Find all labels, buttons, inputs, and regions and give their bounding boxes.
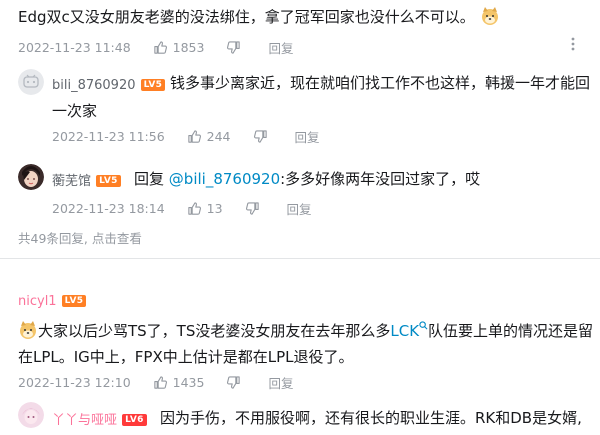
reply-3-header: 丫丫与哑哑 LV6 <box>52 409 147 428</box>
like-count: 1435 <box>172 375 205 390</box>
like-button[interactable]: 1853 <box>153 40 205 55</box>
avatar[interactable] <box>18 69 44 95</box>
thumb-down-icon <box>245 202 259 215</box>
comment-date: 2022-11-23 11:48 <box>18 40 131 55</box>
thumb-up-icon <box>153 41 167 54</box>
username[interactable]: nicyl1 <box>18 294 57 309</box>
divider <box>0 258 600 259</box>
comment-2-body-b: 队伍要上单的情况还是留 <box>428 322 594 340</box>
like-button[interactable]: 1435 <box>153 375 205 390</box>
like-count: 244 <box>206 129 231 144</box>
reply-button[interactable]: 回复 <box>295 127 320 146</box>
comment-date: 2022-11-23 12:10 <box>18 375 131 390</box>
dislike-button[interactable] <box>226 40 246 55</box>
comment-2-header: nicyl1 LV5 <box>18 290 87 309</box>
dislike-button[interactable] <box>253 129 273 144</box>
level-badge: LV5 <box>61 294 87 307</box>
search-link[interactable]: LCK <box>390 322 419 340</box>
thumb-down-icon <box>253 130 267 143</box>
thumb-down-icon <box>227 41 241 54</box>
comment-date: 2022-11-23 18:14 <box>52 201 165 216</box>
mention-link[interactable]: @bili_8760920 <box>169 170 280 188</box>
thumb-up-icon <box>153 376 167 389</box>
avatar[interactable] <box>18 164 44 190</box>
comment-1-meta: 2022-11-23 11:48 1853 回复 <box>18 38 315 57</box>
like-count: 13 <box>206 201 223 216</box>
reply-1-text-line2: 一次家 <box>52 102 98 120</box>
doge-emoji-icon <box>20 321 36 339</box>
view-more-replies-link[interactable]: 共49条回复, 点击查看 <box>18 228 142 247</box>
thumb-down-icon <box>227 376 241 389</box>
comment-2-meta: 2022-11-23 12:10 1435 回复 <box>18 373 315 392</box>
more-vertical-icon[interactable] <box>566 36 580 52</box>
thumb-up-icon <box>187 202 201 215</box>
like-button[interactable]: 244 <box>187 129 231 144</box>
search-link-icon[interactable] <box>419 321 428 330</box>
reply-2-meta: 2022-11-23 18:14 13 回复 <box>52 199 334 218</box>
level-badge: LV6 <box>122 413 147 426</box>
username[interactable]: bili_8760920 <box>52 78 135 93</box>
reply-button[interactable]: 回复 <box>287 199 312 218</box>
dislike-button[interactable] <box>226 375 246 390</box>
reply-1-text-line1: 钱多事少离家近，现在就咱们找工作不也这样，韩援一年才能回 <box>170 74 591 92</box>
dislike-button[interactable] <box>245 201 265 216</box>
username[interactable]: 丫丫与哑哑 <box>52 413 117 428</box>
thumb-up-icon <box>187 130 201 143</box>
comment-2-body-a: 大家以后少骂TS了，TS没老婆没女朋友在去年那么多 <box>38 322 391 340</box>
reply-1-header: bili_8760920 LV5 <box>52 74 166 93</box>
level-badge: LV5 <box>140 78 166 91</box>
username[interactable]: 蘅芜馆 <box>52 174 91 189</box>
reply-prefix: 回复 <box>134 170 165 188</box>
reply-button[interactable]: 回复 <box>268 38 293 57</box>
comment-1-body: Edg双c又没女朋友老婆的没法绑住，拿了冠军回家也没什么不可以。 <box>18 8 475 26</box>
doge-emoji-icon <box>481 7 498 25</box>
comment-date: 2022-11-23 11:56 <box>52 129 165 144</box>
like-count: 1853 <box>172 40 205 55</box>
comment-1-text: Edg双c又没女朋友老婆的没法绑住，拿了冠军回家也没什么不可以。 <box>18 6 500 27</box>
level-badge: LV5 <box>96 174 121 187</box>
avatar[interactable] <box>18 402 44 428</box>
like-button[interactable]: 13 <box>187 201 223 216</box>
comment-2-text-line1: 大家以后少骂TS了，TS没老婆没女朋友在去年那么多LCK 队伍要上单的情况还是留 <box>18 320 593 341</box>
comment-2-text-line2: 在LPL。IG中上，FPX中上估计是都在LPL退役了。 <box>18 348 354 366</box>
reply-3-text: 因为手伤，不用服役啊，还有很长的职业生涯。RK和DB是女婿, <box>160 409 582 427</box>
reply-2-header: 蘅芜馆 LV5 <box>52 170 121 189</box>
reply-1-meta: 2022-11-23 11:56 244 回复 <box>52 127 342 146</box>
reply-button[interactable]: 回复 <box>268 373 293 392</box>
reply-2-text: 回复 @bili_8760920:多多好像两年没回过家了，哎 <box>134 168 480 189</box>
reply-2-body: :多多好像两年没回过家了，哎 <box>280 170 481 188</box>
